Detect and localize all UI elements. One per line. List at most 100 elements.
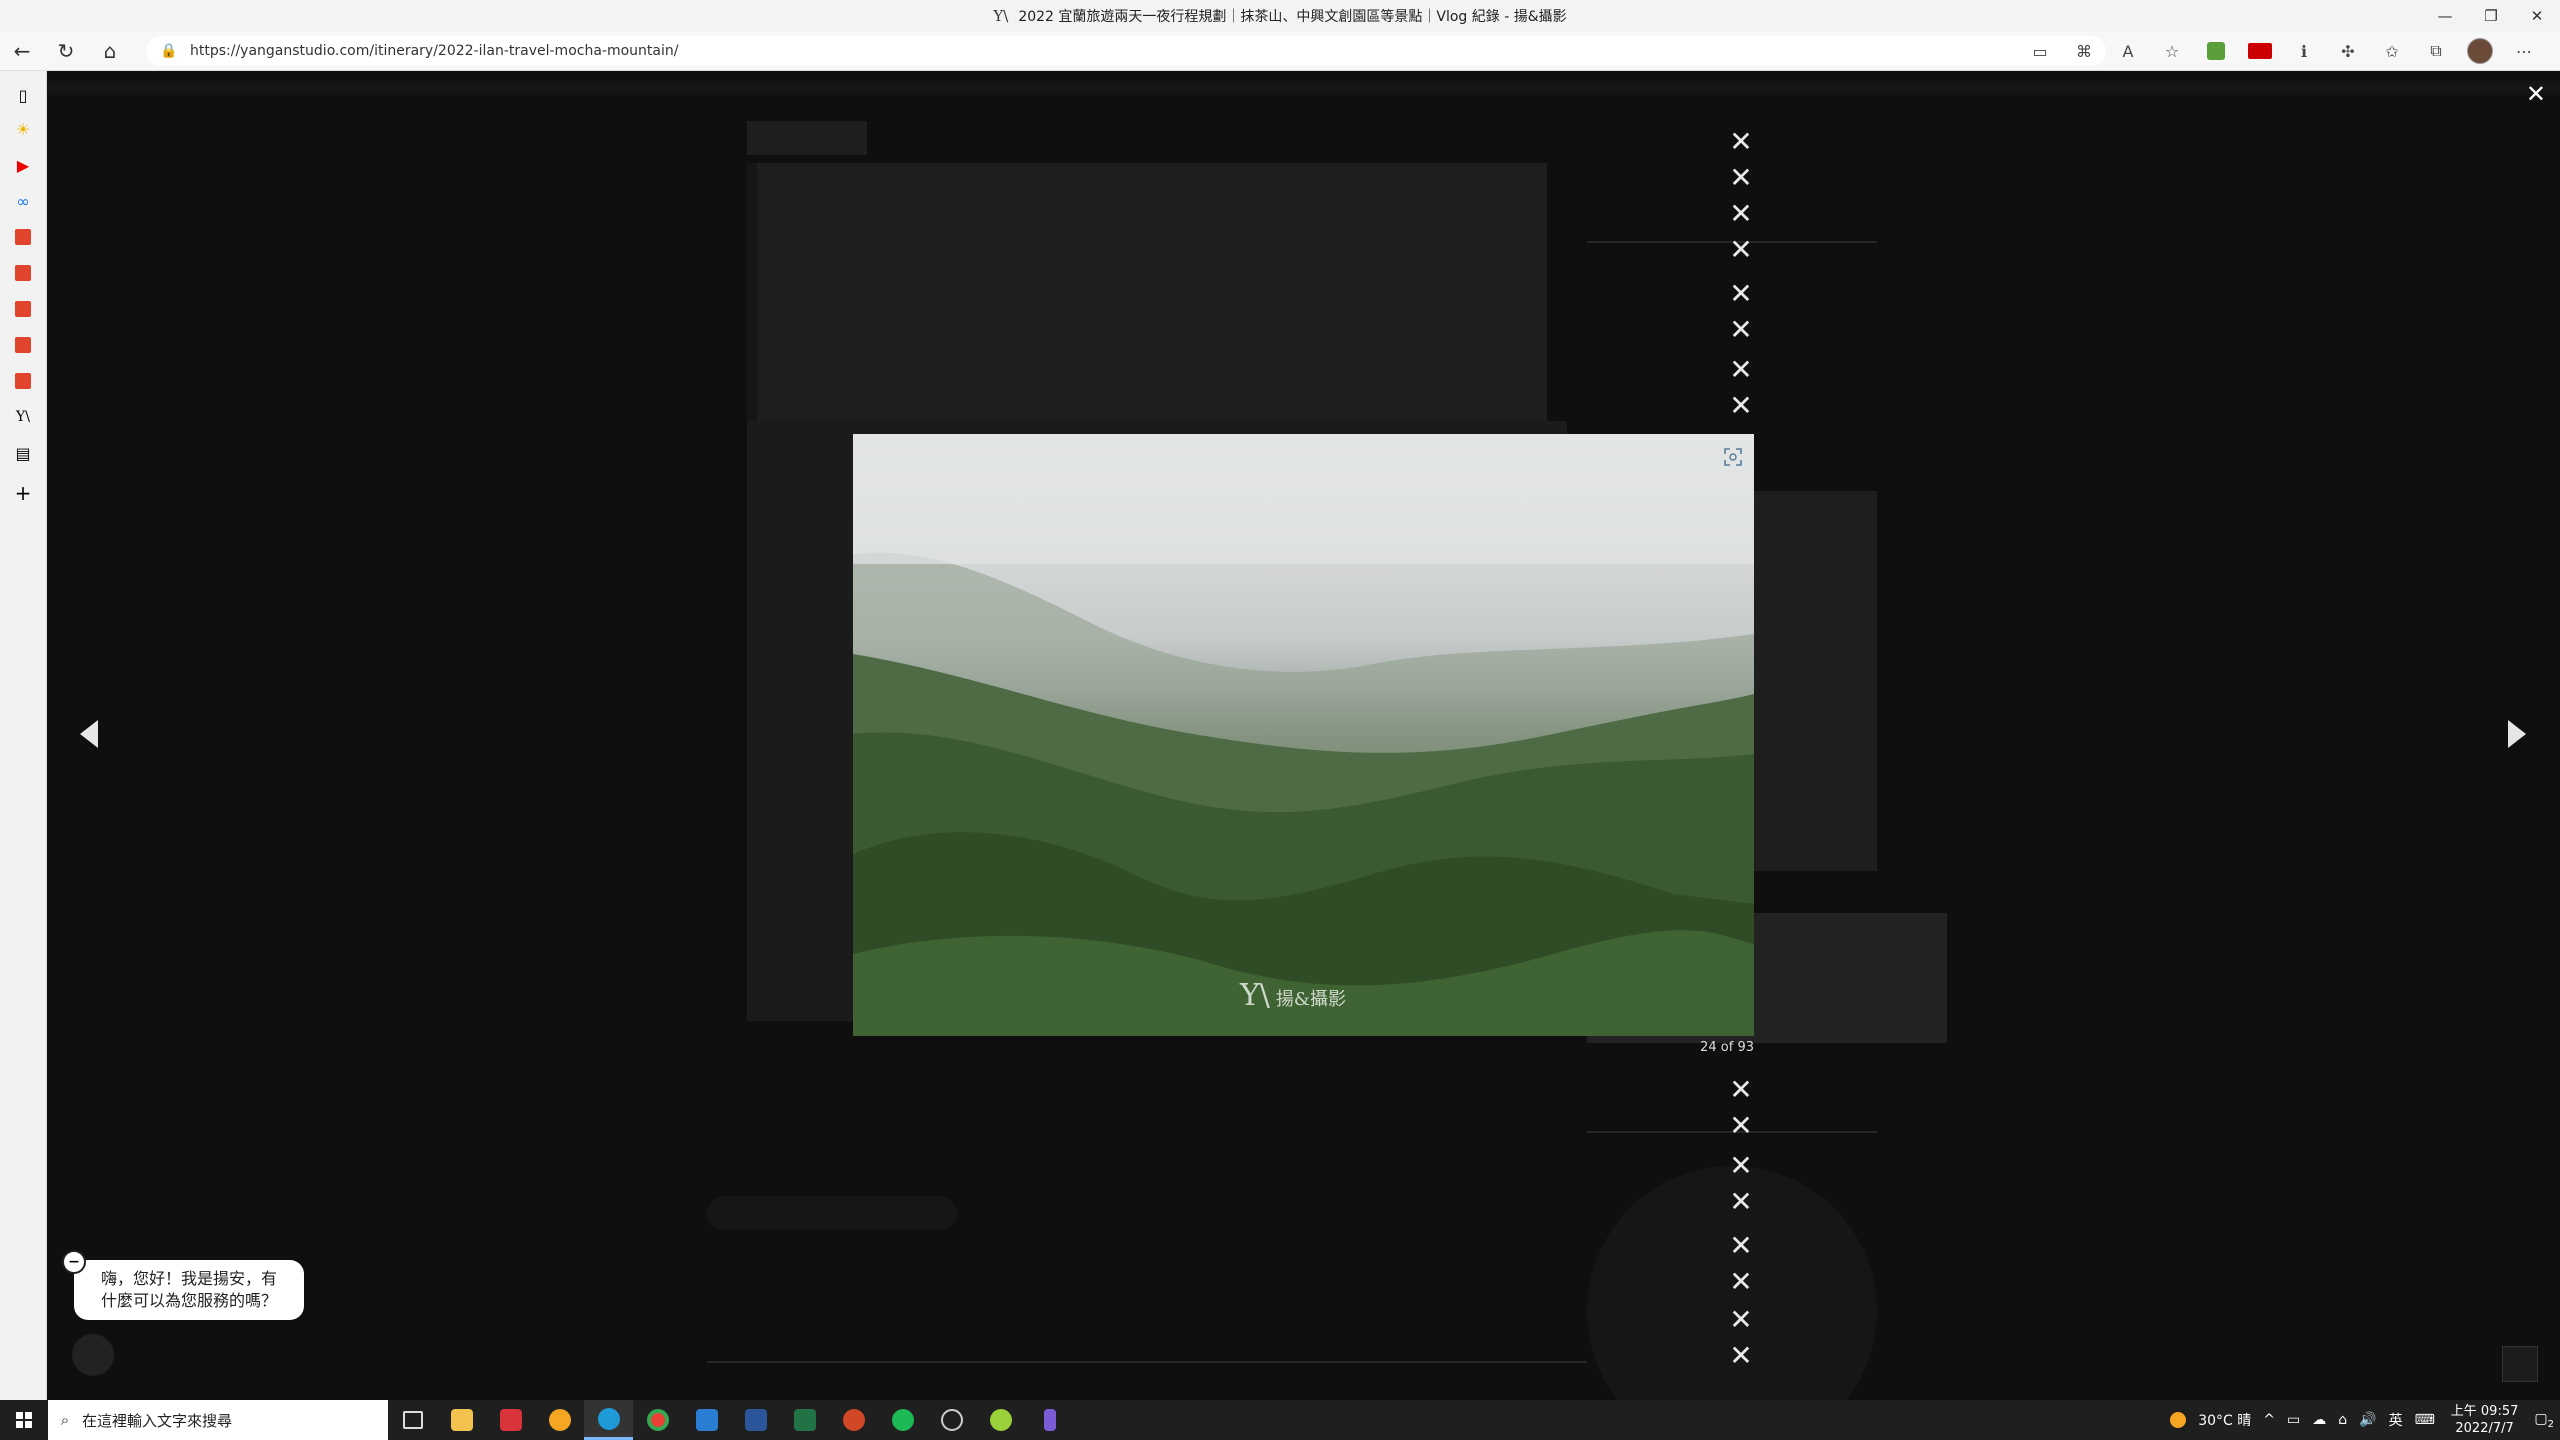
- watermark-text: 揚&攝影: [1275, 989, 1346, 1010]
- youtube-icon[interactable]: ▶: [11, 153, 35, 177]
- x-icon[interactable]: ✕: [1727, 316, 1755, 344]
- windows-logo-icon: [16, 1412, 32, 1428]
- x-icon[interactable]: ✕: [1727, 1188, 1755, 1216]
- collections-icon[interactable]: ⧉: [2414, 32, 2458, 70]
- x-icon[interactable]: ✕: [1727, 1076, 1755, 1104]
- gift-icon[interactable]: [11, 297, 35, 321]
- weather-text[interactable]: 30°C 晴: [2198, 1410, 2251, 1430]
- notification-center-icon[interactable]: ▢2: [2534, 1411, 2554, 1430]
- tray-network-icon[interactable]: ⌂: [2338, 1412, 2347, 1428]
- tray-volume-icon[interactable]: 🔊: [2359, 1412, 2376, 1428]
- calendar-icon[interactable]: ▤: [11, 441, 35, 465]
- next-arrow-icon[interactable]: [2508, 720, 2526, 748]
- window-title-bar: Y\ 2022 宜蘭旅遊兩天一夜行程規劃｜抹茶山、中興文創園區等景點｜Vlog …: [0, 0, 2560, 32]
- site-logo: [747, 121, 867, 155]
- input-language[interactable]: 英: [2389, 1410, 2403, 1430]
- edge-browser-icon[interactable]: [584, 1400, 633, 1440]
- x-icon[interactable]: ✕: [1727, 1112, 1755, 1140]
- x-icon[interactable]: ✕: [1727, 1152, 1755, 1180]
- sun-icon[interactable]: ☀: [11, 117, 35, 141]
- lightbox-close-button[interactable]: ✕: [2526, 80, 2546, 108]
- close-window-button[interactable]: ✕: [2514, 0, 2560, 32]
- ime-icon[interactable]: ⌨: [2415, 1412, 2435, 1428]
- site-shortcut-icon[interactable]: Y\: [11, 405, 35, 429]
- scroll-to-top-button[interactable]: [2502, 1346, 2538, 1382]
- tray-cloud-icon[interactable]: ☁: [2312, 1412, 2326, 1428]
- lightbox-photo[interactable]: [853, 434, 1754, 1036]
- previous-arrow-icon[interactable]: [80, 720, 98, 748]
- messenger-icon[interactable]: [72, 1334, 114, 1376]
- apps-icon[interactable]: ⌘: [2062, 32, 2106, 70]
- extension-info-icon[interactable]: ℹ: [2282, 32, 2326, 70]
- reading-view-icon[interactable]: ▭: [2018, 32, 2062, 70]
- gift-icon[interactable]: [11, 261, 35, 285]
- excel-icon[interactable]: [780, 1400, 829, 1440]
- favorites-icon[interactable]: ✩: [2370, 32, 2414, 70]
- powerpoint-icon[interactable]: [829, 1400, 878, 1440]
- x-icon[interactable]: ✕: [1727, 200, 1755, 228]
- x-icon[interactable]: ✕: [1727, 1268, 1755, 1296]
- extensions-puzzle-icon[interactable]: ✣: [2326, 32, 2370, 70]
- extension-green-icon[interactable]: [2194, 32, 2238, 70]
- x-icon[interactable]: ✕: [1727, 392, 1755, 420]
- x-icon[interactable]: ✕: [1727, 1306, 1755, 1334]
- chrome-icon[interactable]: [633, 1400, 682, 1440]
- minimize-button[interactable]: —: [2422, 0, 2468, 32]
- extension-red-icon[interactable]: [2238, 32, 2282, 70]
- file-explorer-icon[interactable]: [437, 1400, 486, 1440]
- gift-icon[interactable]: [11, 333, 35, 357]
- back-icon[interactable]: ←: [0, 32, 44, 70]
- clock-time: 上午 09:57: [2450, 1404, 2519, 1419]
- toolbar-extensions: ▭ ⌘ A ☆ ℹ ✣ ✩ ⧉ ⋯: [2018, 32, 2546, 70]
- home-icon[interactable]: ⌂: [88, 32, 132, 70]
- x-icon[interactable]: ✕: [1727, 236, 1755, 264]
- tray-chevron-icon[interactable]: ^: [2263, 1412, 2275, 1428]
- word-icon[interactable]: [731, 1400, 780, 1440]
- weather-sun-icon[interactable]: [2170, 1412, 2187, 1428]
- spotify-icon[interactable]: [878, 1400, 927, 1440]
- news-app-icon[interactable]: [486, 1400, 535, 1440]
- x-icon[interactable]: ✕: [1727, 128, 1755, 156]
- x-icon[interactable]: ✕: [1727, 1342, 1755, 1370]
- app-purple-icon[interactable]: [1025, 1400, 1074, 1440]
- mail-icon[interactable]: [682, 1400, 731, 1440]
- site-top-strip: [47, 81, 2560, 95]
- start-button[interactable]: [0, 1400, 48, 1440]
- meta-icon[interactable]: ∞: [11, 189, 35, 213]
- profile-avatar[interactable]: [2458, 32, 2502, 70]
- tray-battery-icon[interactable]: ▭: [2287, 1412, 2300, 1428]
- task-view-icon[interactable]: [388, 1400, 437, 1440]
- gift-icon[interactable]: [11, 369, 35, 393]
- chat-minimize-button[interactable]: −: [62, 1250, 86, 1274]
- mountain-landscape: [853, 434, 1754, 1036]
- maximize-button[interactable]: ❐: [2468, 0, 2514, 32]
- chat-greeting-bubble[interactable]: 嗨，您好！我是揚安，有 什麼可以為您服務的嗎？: [74, 1260, 304, 1320]
- clock-date: 2022/7/7: [2455, 1421, 2514, 1436]
- gift-icon[interactable]: [11, 225, 35, 249]
- edge-sidebar: ▯ ☀ ▶ ∞ Y\ ▤ +: [0, 71, 47, 1400]
- more-menu-icon[interactable]: ⋯: [2502, 32, 2546, 70]
- chat-message-line: 嗨，您好！我是揚安，有: [100, 1269, 277, 1288]
- window-title: 2022 宜蘭旅遊兩天一夜行程規劃｜抹茶山、中興文創園區等景點｜Vlog 紀錄 …: [1018, 9, 1567, 25]
- fullscreen-icon[interactable]: [1720, 444, 1746, 470]
- taskbar-search[interactable]: ⌕ 在這裡輸入文字來搜尋: [48, 1400, 388, 1440]
- site-favicon: Y\: [993, 7, 1009, 25]
- settings-gear-icon[interactable]: [927, 1400, 976, 1440]
- x-icon[interactable]: ✕: [1727, 356, 1755, 384]
- taskbar-clock[interactable]: 上午 09:57 2022/7/7: [2451, 1403, 2519, 1437]
- tab-actions-icon[interactable]: ▯: [11, 83, 35, 107]
- x-icon[interactable]: ✕: [1727, 1232, 1755, 1260]
- lock-icon[interactable]: 🔒: [160, 43, 180, 59]
- windows-taskbar: ⌕ 在這裡輸入文字來搜尋 30°C 晴 ^ ▭ ☁ ⌂ 🔊 英 ⌨ 上午 09:…: [0, 1400, 2560, 1440]
- read-aloud-icon[interactable]: A: [2106, 32, 2150, 70]
- x-icon[interactable]: ✕: [1727, 164, 1755, 192]
- refresh-icon[interactable]: ↻: [44, 32, 88, 70]
- search-placeholder: 在這裡輸入文字來搜尋: [82, 1411, 233, 1430]
- x-icon[interactable]: ✕: [1727, 280, 1755, 308]
- weather-app-icon[interactable]: [535, 1400, 584, 1440]
- add-icon[interactable]: +: [11, 481, 35, 505]
- favorite-star-icon[interactable]: ☆: [2150, 32, 2194, 70]
- url-text[interactable]: https://yanganstudio.com/itinerary/2022-…: [190, 43, 678, 59]
- app-green-icon[interactable]: [976, 1400, 1025, 1440]
- address-bar[interactable]: 🔒 https://yanganstudio.com/itinerary/202…: [146, 36, 2106, 66]
